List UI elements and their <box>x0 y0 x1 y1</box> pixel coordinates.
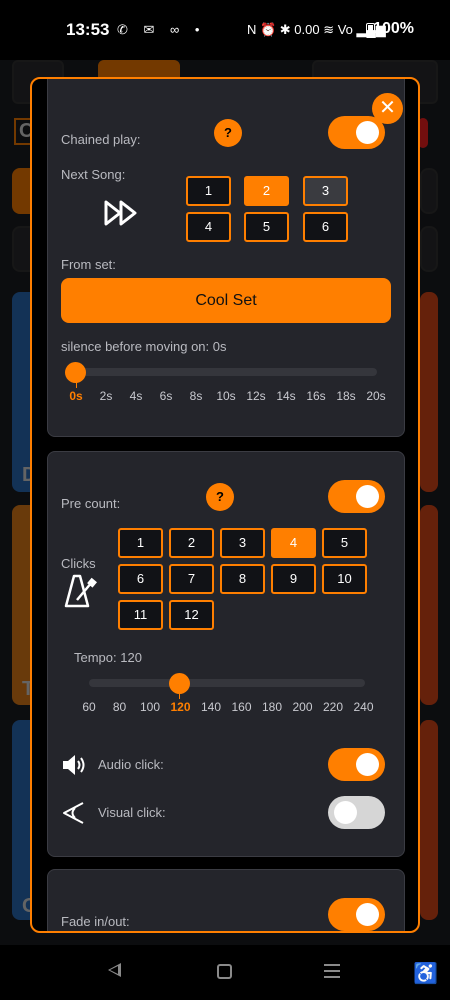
fade-label: Fade in/out: <box>61 914 130 929</box>
pre-count-help-button[interactable]: ? <box>206 483 234 511</box>
tempo-tick-label[interactable]: 200 <box>286 700 320 714</box>
recents-icon[interactable] <box>324 964 340 978</box>
clicks-option-9[interactable]: 9 <box>271 564 316 594</box>
screen: 13:53 ✆ ✉ ∞ • N ⏰ ✱ 0.00 ≋ Vo ▂▄▆ 100% C… <box>0 0 450 1000</box>
clicks-option-12[interactable]: 12 <box>169 600 214 630</box>
silence-tick-label[interactable]: 8s <box>179 389 213 403</box>
tempo-tick-label[interactable]: 120 <box>164 700 198 714</box>
silence-label: silence before moving on: 0s <box>61 339 227 354</box>
silence-slider-thumb[interactable] <box>65 362 86 383</box>
tempo-tick-label[interactable]: 220 <box>316 700 350 714</box>
pre-count-toggle[interactable] <box>328 480 385 513</box>
navigation-bar: ♿ <box>0 945 450 1000</box>
chained-play-panel: Chained play: ? Next Song: 1 2 3 4 5 6 F… <box>47 79 405 437</box>
clicks-option-8[interactable]: 8 <box>220 564 265 594</box>
silence-tick-label[interactable]: 16s <box>299 389 333 403</box>
tempo-tick-label[interactable]: 80 <box>103 700 137 714</box>
tempo-tick-mark <box>179 693 180 699</box>
tempo-tick-label[interactable]: 240 <box>347 700 381 714</box>
from-set-label: From set: <box>61 257 116 272</box>
tempo-tick-label[interactable]: 60 <box>72 700 106 714</box>
fade-toggle[interactable] <box>328 898 385 931</box>
chained-play-help-button[interactable]: ? <box>214 119 242 147</box>
silence-tick-label[interactable]: 18s <box>329 389 363 403</box>
clicks-label: Clicks <box>61 556 96 571</box>
silence-tick-label[interactable]: 14s <box>269 389 303 403</box>
next-song-option-2[interactable]: 2 <box>244 176 289 206</box>
tempo-slider-track[interactable] <box>89 679 365 687</box>
next-song-label: Next Song: <box>61 167 126 182</box>
status-time: 13:53 <box>66 20 110 39</box>
clicks-option-1[interactable]: 1 <box>118 528 163 558</box>
fast-forward-icon <box>104 200 137 226</box>
tempo-label: Tempo: 120 <box>74 650 142 665</box>
silence-tick-label[interactable]: 0s <box>59 389 93 403</box>
battery-percent: 100% <box>373 20 414 37</box>
tempo-slider-thumb[interactable] <box>169 673 190 694</box>
silence-tick-label[interactable]: 20s <box>359 389 393 403</box>
chained-play-label: Chained play: <box>61 132 141 147</box>
notification-icons: ✆ ✉ ∞ • <box>117 22 206 37</box>
speaker-icon <box>63 755 85 775</box>
pre-count-panel: Pre count: ? Clicks 1 2 3 4 5 6 7 8 9 10… <box>47 451 405 857</box>
visual-click-toggle[interactable] <box>328 796 385 829</box>
next-song-option-4[interactable]: 4 <box>186 212 231 242</box>
silence-tick-mark <box>76 382 77 388</box>
tempo-tick-label[interactable]: 160 <box>225 700 259 714</box>
tempo-tick-label[interactable]: 180 <box>255 700 289 714</box>
silence-tick-label[interactable]: 2s <box>89 389 123 403</box>
tempo-tick-label[interactable]: 140 <box>194 700 228 714</box>
silence-tick-label[interactable]: 4s <box>119 389 153 403</box>
chained-play-toggle[interactable] <box>328 116 385 149</box>
clicks-option-6[interactable]: 6 <box>118 564 163 594</box>
next-song-option-5[interactable]: 5 <box>244 212 289 242</box>
clicks-option-7[interactable]: 7 <box>169 564 214 594</box>
silence-slider-track[interactable] <box>65 368 377 376</box>
clicks-option-3[interactable]: 3 <box>220 528 265 558</box>
pre-count-label: Pre count: <box>61 496 121 511</box>
clicks-option-4[interactable]: 4 <box>271 528 316 558</box>
visual-click-label: Visual click: <box>98 805 166 820</box>
next-song-option-1[interactable]: 1 <box>186 176 231 206</box>
fade-panel: Fade in/out: <box>47 869 405 931</box>
silence-tick-label[interactable]: 6s <box>149 389 183 403</box>
set-select-button[interactable]: Cool Set <box>61 278 391 323</box>
clicks-option-5[interactable]: 5 <box>322 528 367 558</box>
metronome-icon <box>64 574 97 608</box>
eye-icon <box>63 802 84 824</box>
clicks-option-2[interactable]: 2 <box>169 528 214 558</box>
next-song-option-3[interactable]: 3 <box>303 176 348 206</box>
audio-click-toggle[interactable] <box>328 748 385 781</box>
next-song-option-6[interactable]: 6 <box>303 212 348 242</box>
close-button[interactable]: ✕ <box>372 93 403 124</box>
clicks-option-10[interactable]: 10 <box>322 564 367 594</box>
silence-tick-label[interactable]: 12s <box>239 389 273 403</box>
clicks-option-11[interactable]: 11 <box>118 600 163 630</box>
accessibility-icon[interactable]: ♿ <box>413 961 438 986</box>
back-icon[interactable] <box>108 963 121 977</box>
status-bar: 13:53 ✆ ✉ ∞ • N ⏰ ✱ 0.00 ≋ Vo ▂▄▆ 100% <box>0 0 450 60</box>
home-icon[interactable] <box>217 964 232 979</box>
silence-tick-label[interactable]: 10s <box>209 389 243 403</box>
audio-click-label: Audio click: <box>98 757 164 772</box>
tempo-tick-label[interactable]: 100 <box>133 700 167 714</box>
system-icons: N ⏰ ✱ 0.00 ≋ Vo ▂▄▆ <box>247 22 386 37</box>
settings-modal: ✕ Chained play: ? Next Song: 1 2 3 4 5 6… <box>30 77 420 933</box>
